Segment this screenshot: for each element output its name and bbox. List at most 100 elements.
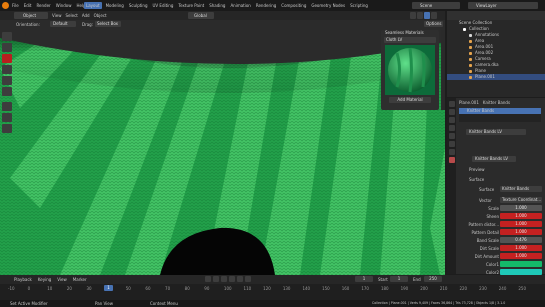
tab-compositing[interactable]: Compositing [280,2,307,9]
preview-section-header[interactable]: Preview [463,167,485,173]
annotate-tool-icon[interactable] [2,102,12,111]
add-cube-tool-icon[interactable] [2,124,12,133]
node-parameter-row: Color1 [463,261,543,269]
prev-keyframe-icon[interactable] [213,276,219,282]
transform-orientation-dropdown[interactable]: Global [188,12,214,19]
timeline-tick-label: 100 [223,286,232,291]
tab-sculpting[interactable]: Sculpting [128,2,149,9]
jump-start-icon[interactable] [205,276,211,282]
mode-dropdown[interactable]: Object Mode [14,12,48,25]
menu-marker[interactable]: Marker [73,277,87,282]
select-tool-icon[interactable] [2,32,12,41]
parameter-value-field[interactable]: 1.000 [500,253,542,259]
parameter-value-field[interactable]: 1.000 [500,245,542,251]
physics-properties-icon[interactable] [448,149,455,155]
object-properties-icon[interactable] [448,133,455,139]
menu-object[interactable]: Object [94,13,107,18]
parameter-value-field[interactable]: 1.000 [500,221,542,227]
node-group-field[interactable]: Knitter Bands LV [472,156,516,162]
add-material-button[interactable]: Add Material [389,97,431,103]
tab-uv-editing[interactable]: UV Editing [152,2,175,9]
tab-texture-paint[interactable]: Texture Paint [177,2,205,9]
timeline-tick-label: 200 [420,286,428,291]
output-properties-icon[interactable] [448,109,455,115]
jump-end-icon[interactable] [245,276,251,282]
menu-view[interactable]: View [52,13,62,18]
parameter-value-field[interactable]: 1.000 [500,213,542,219]
wireframe-shading-icon[interactable] [410,12,416,19]
rotate-tool-icon[interactable] [2,65,12,74]
breadcrumb-material: Knitter Bands [482,100,511,105]
play-reverse-icon[interactable] [221,276,227,282]
parameter-value-field[interactable] [500,261,542,267]
menu-add[interactable]: Add [82,13,90,18]
menu-select[interactable]: Select [66,13,78,18]
material-slot-list[interactable]: Knitter Bands [459,108,541,122]
solid-shading-icon[interactable] [417,12,423,19]
next-keyframe-icon[interactable] [237,276,243,282]
render-properties-icon[interactable] [448,101,455,107]
blender-logo-icon[interactable] [2,2,9,9]
outliner-item[interactable]: Plane.001 [447,74,545,80]
tab-geometry-nodes[interactable]: Geometry Nodes [310,2,346,9]
timeline-tick-label: 60 [145,286,151,291]
surface-value[interactable]: Knitter Bands [500,186,542,192]
menu-edit[interactable]: Edit [24,3,32,9]
scene-properties-icon[interactable] [448,117,455,123]
menu-render[interactable]: Render [36,3,50,9]
material-item-dropdown[interactable]: Cloth LV [384,37,436,43]
view-layer-selector[interactable]: ViewLayer [468,2,538,9]
start-frame-field[interactable]: 1 [390,276,408,282]
timeline-tick-label: 70 [165,286,171,291]
play-icon[interactable] [229,276,235,282]
rendered-shading-icon[interactable] [431,12,437,19]
timeline-ruler[interactable]: -100102030405060708090100110120130140150… [0,284,545,300]
surface-row: Surface Knitter Bands [463,186,543,192]
parameter-label: Sheen [486,214,499,219]
move-tool-icon[interactable] [2,54,12,63]
drag-dropdown[interactable]: Select Box [95,21,121,27]
material-sphere-icon [388,47,432,93]
parameter-value-field[interactable]: 0.476 [500,237,542,243]
current-frame-marker[interactable]: 1 [104,285,113,291]
scale-tool-icon[interactable] [2,76,12,85]
end-frame-field[interactable]: 250 [424,276,442,282]
tab-layout[interactable]: Layout [84,2,102,9]
playback-controls [205,276,251,282]
measure-tool-icon[interactable] [2,113,12,122]
tab-modeling[interactable]: Modeling [105,2,125,9]
material-name-field[interactable]: Knitter Bands LV [466,129,526,135]
knitted-fabric-render [0,28,445,275]
parameter-value-field[interactable]: 1.000 [500,205,542,211]
menu-timeline-view[interactable]: View [57,277,67,282]
tab-scripting[interactable]: Scripting [349,2,369,9]
material-shading-icon[interactable] [424,12,430,19]
node-parameter-row: Band Scale 0.476 [463,237,543,245]
material-properties-icon[interactable] [448,157,455,163]
orientation-dropdown[interactable]: Default [50,21,76,27]
material-sphere-thumbnail[interactable] [385,45,435,95]
parameter-label: Dirt Scale [479,246,499,251]
parameter-label: Dirt Amount [474,254,499,259]
tab-animation[interactable]: Animation [229,2,251,9]
vector-value[interactable]: Texture Coordinat... [500,197,542,203]
options-dropdown[interactable]: Options [424,21,443,27]
3d-viewport[interactable] [0,28,445,275]
tab-rendering[interactable]: Rendering [255,2,277,9]
world-properties-icon[interactable] [448,125,455,131]
modifier-properties-icon[interactable] [448,141,455,147]
properties-tab-column [447,98,456,274]
surface-section-header[interactable]: Surface [463,177,484,183]
material-slot-item[interactable]: Knitter Bands [459,108,541,114]
menu-keying[interactable]: Keying [38,277,51,282]
menu-file[interactable]: File [12,3,19,9]
parameter-value-field[interactable]: 1.000 [500,229,542,235]
scene-selector[interactable]: Scene [412,2,460,9]
current-frame-field[interactable]: 1 [355,276,373,282]
transform-tool-icon[interactable] [2,87,12,96]
timeline-tick-label: 130 [282,286,291,291]
menu-playback[interactable]: Playback [14,277,32,282]
menu-window[interactable]: Window [56,3,72,9]
tab-shading[interactable]: Shading [208,2,226,9]
cursor-tool-icon[interactable] [2,43,12,52]
